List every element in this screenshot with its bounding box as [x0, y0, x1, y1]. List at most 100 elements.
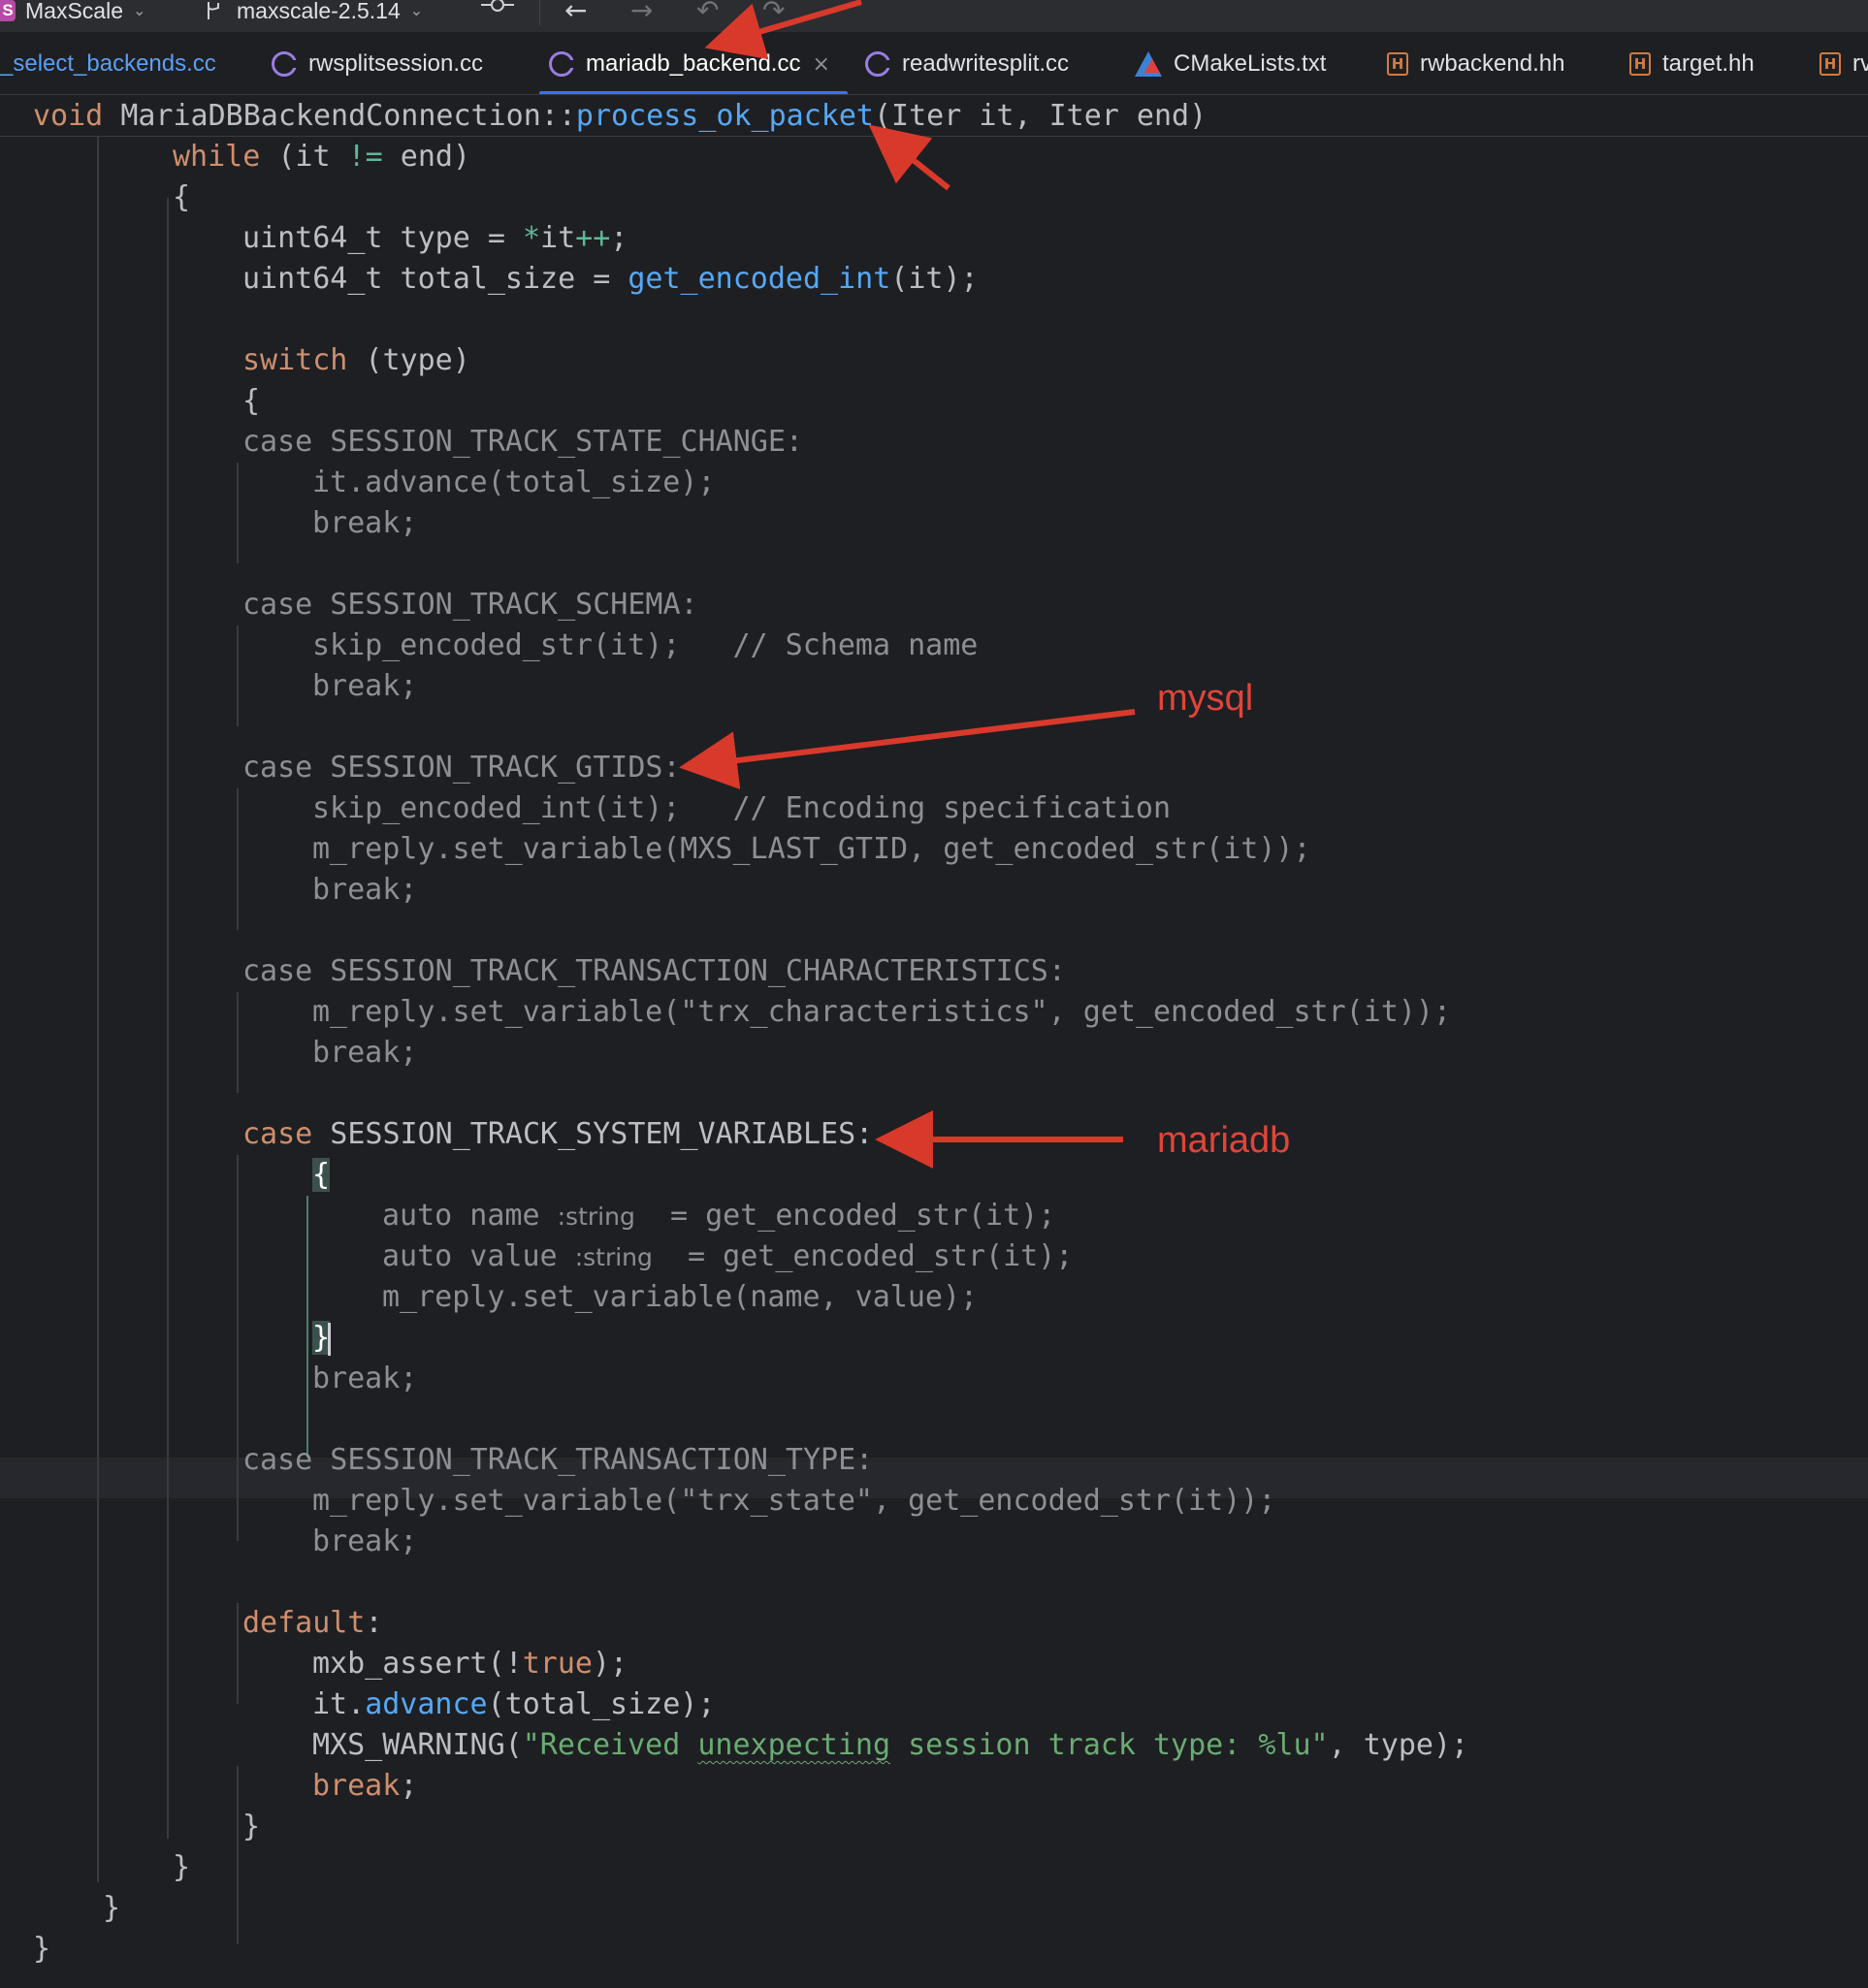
code-line-inactive: auto value :string = get_encoded_str(it)… [382, 1236, 1073, 1277]
project-badge: S [0, 0, 16, 21]
branch-selector[interactable]: maxscale-2.5.14 ⌄ [204, 0, 423, 23]
code-line: while (it != end) [173, 137, 470, 177]
code-line: default: [242, 1603, 383, 1644]
code-text: uint64_t total_size = [242, 262, 628, 296]
code-text: ; [400, 1769, 418, 1803]
keyword: true [522, 1647, 593, 1681]
indent-guide [237, 1603, 239, 1704]
type-hint: :string [557, 1202, 635, 1231]
matched-brace: { [312, 1158, 331, 1192]
spelling-warning[interactable]: unexpecting [697, 1728, 890, 1762]
indent-guide-active [306, 1196, 308, 1458]
code-line-inactive: break; [312, 1524, 418, 1558]
code-line-inactive: skip_encoded_int(it); // Encoding specif… [312, 791, 1172, 825]
forward-arrow-icon[interactable]: → [630, 0, 653, 26]
text-cursor [328, 1322, 332, 1356]
code-line-inactive: it.advance(total_size); [312, 465, 716, 499]
tab-cmakelists[interactable]: CMakeLists.txt [1135, 33, 1327, 94]
cmake-file-icon [1135, 51, 1162, 77]
annotation-label-mysql: mysql [1157, 678, 1254, 719]
code-text: , type); [1328, 1728, 1469, 1762]
tab-mariadb-backend[interactable]: mariadb_backend.cc × [539, 33, 848, 94]
tab-readwritesplit[interactable]: readwritesplit.cc [865, 33, 1070, 94]
keyword: case [242, 1117, 313, 1151]
code-line-inactive: case SESSION_TRACK_SCHEMA: [242, 588, 698, 622]
tab-overflow[interactable]: H rv [1820, 33, 1868, 94]
code-text: = get_encoded_str(it); [634, 1199, 1056, 1233]
code-line: } [312, 1318, 332, 1359]
code-line-inactive: break; [312, 669, 418, 703]
code-line-inactive: break; [312, 506, 418, 540]
code-text: it. [312, 1687, 366, 1721]
param-list: (Iter it, Iter end) [873, 99, 1208, 133]
tab-select-backends[interactable]: _select_backends.cc [0, 33, 216, 94]
annotation-label-mariadb: mariadb [1157, 1120, 1291, 1161]
keyword: break [312, 1769, 401, 1803]
scope-operator: :: [540, 99, 576, 133]
toolbar-separator [539, 0, 540, 25]
close-icon[interactable]: × [812, 52, 829, 77]
tab-label: CMakeLists.txt [1174, 50, 1327, 77]
indent-guide [237, 463, 239, 563]
keyword: default [242, 1606, 366, 1640]
operator: != [347, 140, 383, 174]
code-line: break; [312, 1766, 417, 1807]
back-arrow-icon[interactable]: ← [564, 0, 587, 26]
string-literal: "Received [522, 1728, 698, 1762]
code-text: ; [610, 221, 628, 255]
indent-guide [237, 788, 239, 930]
branch-name: maxscale-2.5.14 [237, 0, 401, 23]
cpp-file-icon [549, 51, 576, 77]
code-text: SESSION_TRACK_SYSTEM_VARIABLES: [312, 1117, 874, 1151]
code-line: } [103, 1891, 121, 1925]
sticky-function-header[interactable]: void MariaDBBackendConnection::process_o… [0, 96, 1868, 137]
tab-label: mariadb_backend.cc [586, 50, 801, 77]
code-text: = get_encoded_str(it); [652, 1239, 1074, 1273]
keyword: switch [242, 343, 348, 377]
code-line: switch (type) [242, 340, 470, 381]
code-text: (it); [890, 262, 979, 296]
code-line-inactive: m_reply.set_variable(MXS_LAST_GTID, get_… [312, 832, 1311, 866]
string-literal: session track type: %lu" [890, 1728, 1329, 1762]
code-line: } [242, 1810, 261, 1844]
main-toolbar: S MaxScale ⌄ maxscale-2.5.14 ⌄ ← → ↶ ↷ [0, 0, 1868, 33]
code-line-inactive: m_reply.set_variable("trx_state", get_en… [312, 1484, 1276, 1518]
function-signature: void MariaDBBackendConnection::process_o… [33, 96, 1207, 137]
code-text: end) [382, 140, 471, 174]
code-line: MXS_WARNING("Received unexpecting sessio… [312, 1725, 1468, 1766]
code-text: (total_size); [487, 1687, 716, 1721]
redo-icon[interactable]: ↷ [762, 0, 785, 26]
tab-target[interactable]: H target.hh [1629, 33, 1755, 94]
code-text: MXS_WARNING( [312, 1728, 523, 1762]
git-branch-icon [208, 2, 219, 19]
code-line: uint64_t type = *it++; [242, 218, 628, 259]
code-line-inactive: case SESSION_TRACK_TRANSACTION_CHARACTER… [242, 954, 1066, 988]
class-name: MariaDBBackendConnection [120, 99, 541, 133]
tab-rwbackend[interactable]: H rwbackend.hh [1387, 33, 1564, 94]
undo-icon[interactable]: ↶ [696, 0, 719, 26]
code-line: { [312, 1155, 331, 1196]
editor-tab-bar: _select_backends.cc rwsplitsession.cc ma… [0, 33, 1868, 95]
tab-rwsplitsession[interactable]: rwsplitsession.cc [272, 33, 483, 94]
code-line-inactive: break; [312, 1036, 418, 1070]
project-selector[interactable]: S MaxScale ⌄ [0, 0, 145, 23]
header-file-icon: H [1820, 52, 1841, 76]
code-line-inactive: break; [312, 873, 418, 907]
code-line: mxb_assert(!true); [312, 1644, 628, 1684]
commit-icon[interactable] [481, 0, 514, 16]
code-line-inactive: case SESSION_TRACK_GTIDS: [242, 751, 681, 785]
code-editor[interactable]: while (it != end) { uint64_t type = *it+… [0, 137, 1868, 1988]
function-name: process_ok_packet [575, 99, 874, 133]
tab-label: readwritesplit.cc [902, 50, 1070, 77]
code-line-inactive: m_reply.set_variable(name, value); [382, 1280, 979, 1314]
code-line-inactive: auto name :string = get_encoded_str(it); [382, 1196, 1055, 1236]
function-call: advance [365, 1687, 488, 1721]
code-line: uint64_t total_size = get_encoded_int(it… [242, 259, 979, 300]
indent-guide [167, 198, 169, 1839]
indent-guide [237, 625, 239, 726]
code-text: ); [593, 1647, 628, 1681]
code-line-inactive: case SESSION_TRACK_STATE_CHANGE: [242, 425, 803, 459]
code-line-inactive: break; [312, 1362, 418, 1395]
indent-guide [237, 1766, 239, 1944]
code-line: case SESSION_TRACK_SYSTEM_VARIABLES: [242, 1114, 873, 1155]
